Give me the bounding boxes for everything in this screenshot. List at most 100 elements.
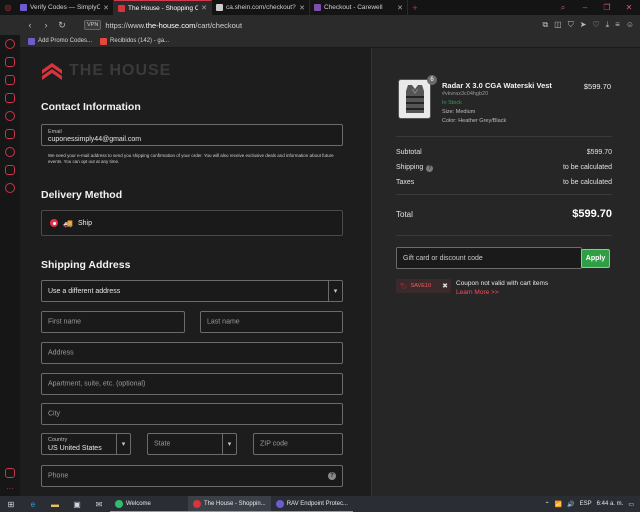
taxes-label: Taxes — [396, 179, 415, 186]
task-icon — [115, 499, 123, 508]
back-icon[interactable]: ‹ — [22, 20, 38, 30]
search-tabs-icon[interactable]: ⌕ — [552, 0, 574, 15]
bookmark-label: Add Promo Codes... — [38, 38, 93, 44]
discount-code-input[interactable]: Gift card or discount code — [396, 247, 582, 269]
extensions-cube-icon[interactable] — [5, 165, 15, 175]
bookmark-promo-codes[interactable]: Add Promo Codes... — [28, 37, 93, 45]
discount-placeholder: Gift card or discount code — [403, 254, 483, 262]
store-logo[interactable]: THE HOUSE — [41, 60, 171, 82]
subtotal-value: $599.70 — [586, 149, 612, 156]
store-icon[interactable]: ▣ — [66, 500, 88, 509]
learn-more-link[interactable]: Learn More >> — [456, 289, 499, 296]
tab-close-icon[interactable]: ✕ — [201, 4, 207, 12]
settings-icon[interactable] — [5, 183, 15, 193]
history-icon[interactable] — [5, 147, 15, 157]
mail-icon[interactable]: ✉ — [88, 500, 110, 509]
close-window-icon[interactable]: ✕ — [618, 0, 640, 15]
browser-tab-bar: ◎ Verify Codes — SimplyCod ✕ The House -… — [0, 0, 640, 15]
tab-carewell[interactable]: Checkout - Carewell ✕ — [310, 0, 408, 15]
task-label: RAV Endpoint Protec... — [286, 500, 348, 507]
url-prefix: https://www. — [105, 20, 146, 30]
new-tab-icon[interactable]: + — [408, 0, 422, 15]
forward-icon[interactable]: › — [38, 20, 54, 30]
volume-icon[interactable]: 🔊 — [567, 501, 574, 508]
task-rav[interactable]: RAV Endpoint Protec... — [270, 496, 353, 512]
tab-favicon — [118, 4, 125, 12]
tray-chevron-icon[interactable]: ⌃ — [545, 501, 550, 508]
ship-radio[interactable] — [50, 219, 58, 227]
maximize-icon[interactable]: ❐ — [596, 0, 618, 15]
shipping-heading: Shipping Address — [41, 259, 131, 271]
address-field[interactable]: Address — [41, 342, 343, 364]
task-icon — [193, 499, 201, 508]
state-select[interactable]: State ▾ — [147, 433, 237, 455]
send-icon[interactable]: ➤ — [580, 20, 587, 30]
minimize-icon[interactable]: – — [574, 0, 596, 15]
country-value: US United States — [48, 445, 102, 452]
gmail-icon — [100, 37, 108, 45]
divider — [396, 136, 612, 137]
heart-icon[interactable]: ♡ — [592, 20, 599, 30]
bookmark-label: Recibidos (142) - ga... — [110, 38, 170, 44]
tab-favicon — [314, 4, 321, 11]
tag-icon: 🏷 — [400, 283, 408, 290]
bookmark-gmail[interactable]: Recibidos (142) - ga... — [100, 37, 170, 45]
first-name-field[interactable]: First name — [41, 311, 185, 333]
shipping-label: Shipping — [396, 164, 424, 171]
tab-close-icon[interactable]: ✕ — [397, 4, 403, 12]
quantity-badge: 6 — [427, 75, 437, 85]
tab-the-house[interactable]: The House - Shopping Cart ✕ — [114, 0, 212, 15]
camera-icon[interactable]: ◫ — [554, 20, 562, 30]
ship-option[interactable]: 🚚 Ship — [41, 210, 343, 236]
product-thumbnail — [398, 79, 431, 119]
last-name-field[interactable]: Last name — [200, 311, 343, 333]
more-icon[interactable]: ··· — [5, 485, 15, 496]
clock[interactable]: 6:44 a. m. — [597, 501, 624, 507]
total-row: Total $599.70 — [396, 208, 612, 220]
url-path: /cart/checkout — [195, 20, 243, 30]
apartment-field[interactable]: Apartment, suite, etc. (optional) — [41, 373, 343, 395]
email-field[interactable]: Email cuponessimply44@gmail.com — [41, 124, 343, 146]
reload-icon[interactable]: ↻ — [54, 20, 70, 31]
url-domain: the-house.com — [145, 20, 196, 30]
extensions-icon[interactable]: ⧉ — [542, 20, 548, 30]
tab-close-icon[interactable]: ✕ — [103, 4, 109, 12]
country-select[interactable]: Country US United States ▾ — [41, 433, 131, 455]
city-field[interactable]: City — [41, 403, 343, 425]
crypto-wallet-icon[interactable] — [5, 129, 15, 139]
language-indicator[interactable]: ESP — [580, 501, 592, 507]
speed-dial-icon[interactable] — [5, 39, 15, 49]
remove-coupon-icon[interactable]: ✖ — [442, 282, 448, 290]
tab-shein[interactable]: ca.shein.com/checkout?au ✕ — [212, 0, 310, 15]
windows-start-icon[interactable]: ⊞ — [0, 500, 22, 509]
address-bar-row: ‹ › ↻ VPN https://www.the-house.com/cart… — [0, 15, 640, 35]
notifications-icon[interactable]: ▭ — [628, 501, 634, 508]
shopping-bag-icon[interactable] — [5, 57, 15, 67]
shield-icon[interactable]: ⛉ — [568, 20, 574, 30]
address-select[interactable]: Use a different address ▾ — [41, 280, 343, 302]
help-icon[interactable]: ? — [328, 472, 336, 480]
opera-menu-icon[interactable]: ◎ — [0, 0, 16, 15]
vpn-badge[interactable]: VPN — [84, 20, 102, 30]
tab-close-icon[interactable]: ✕ — [299, 4, 305, 12]
zip-field[interactable]: ZIP code — [253, 433, 343, 455]
twitch-icon[interactable] — [5, 75, 15, 85]
tab-verify-codes[interactable]: Verify Codes — SimplyCod ✕ — [16, 0, 114, 15]
profile-icon[interactable]: ☺ — [626, 20, 634, 30]
download-icon[interactable]: ⤓ — [606, 20, 610, 30]
snapshot-icon[interactable] — [5, 468, 15, 478]
apply-button[interactable]: Apply — [581, 249, 610, 268]
messenger-icon[interactable] — [5, 93, 15, 103]
task-welcome[interactable]: Welcome — [110, 496, 188, 512]
file-explorer-icon[interactable]: ▬ — [44, 500, 66, 509]
shipping-help-icon[interactable]: ? — [426, 164, 434, 172]
contact-heading: Contact Information — [41, 101, 141, 113]
menu-icon[interactable]: ≡ — [615, 20, 620, 30]
email-note: We need your e-mail address to send you … — [48, 153, 334, 164]
task-the-house[interactable]: The House - Shoppin... — [188, 496, 271, 512]
edge-icon[interactable]: e — [22, 500, 44, 509]
phone-field[interactable]: Phone ? — [41, 465, 343, 487]
network-icon[interactable]: 📶 — [555, 501, 562, 508]
player-icon[interactable] — [5, 111, 15, 121]
url-field[interactable]: https://www.the-house.com/cart/checkout — [105, 21, 242, 30]
